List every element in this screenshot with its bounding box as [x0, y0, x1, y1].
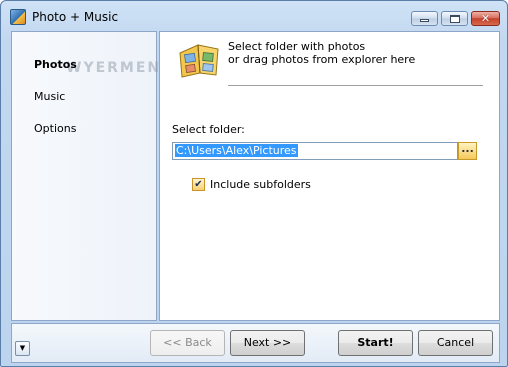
header-instruction-1: Select folder with photos — [228, 40, 366, 53]
minimize-button[interactable] — [411, 11, 438, 26]
cancel-button[interactable]: Cancel — [418, 330, 493, 356]
maximize-icon — [449, 14, 460, 23]
checkmark-icon: ✔ — [194, 178, 203, 190]
application-window: Photo + Music ✕ WYERMENT.COM Photos Musi… — [0, 0, 508, 367]
sidebar-item-photos[interactable]: Photos — [34, 58, 77, 71]
main-panel: Select folder with photos or drag photos… — [159, 31, 500, 321]
include-subfolders-label[interactable]: Include subfolders — [210, 178, 311, 191]
back-button[interactable]: << Back — [150, 330, 225, 356]
close-icon: ✕ — [480, 12, 491, 25]
title-bar[interactable]: Photo + Music ✕ — [1, 1, 507, 31]
photo-album-icon — [179, 44, 219, 78]
options-dropdown-button[interactable]: ▼ — [15, 341, 30, 356]
folder-label: Select folder: — [172, 123, 245, 136]
include-subfolders-checkbox[interactable]: ✔ — [192, 178, 205, 191]
app-icon[interactable] — [10, 9, 26, 25]
sidebar: WYERMENT.COM Photos Music Options — [11, 31, 218, 321]
header-divider — [228, 85, 483, 86]
folder-path-value: C:\Users\Alex\Pictures — [175, 144, 298, 157]
browse-folder-button[interactable]: ... — [458, 142, 477, 160]
close-button[interactable]: ✕ — [471, 11, 500, 26]
sidebar-item-music[interactable]: Music — [34, 90, 65, 103]
chevron-down-icon: ▼ — [19, 344, 26, 352]
minimize-icon — [420, 19, 429, 22]
sidebar-item-options[interactable]: Options — [34, 122, 76, 135]
next-button[interactable]: Next >> — [230, 330, 305, 356]
maximize-button[interactable] — [441, 11, 468, 26]
folder-path-input[interactable]: C:\Users\Alex\Pictures — [172, 142, 458, 160]
header-instruction-2: or drag photos from explorer here — [228, 53, 416, 66]
button-bar: ▼ << Back Next >> Start! Cancel — [11, 323, 500, 363]
window-title: Photo + Music — [32, 10, 119, 24]
start-button[interactable]: Start! — [338, 330, 413, 356]
